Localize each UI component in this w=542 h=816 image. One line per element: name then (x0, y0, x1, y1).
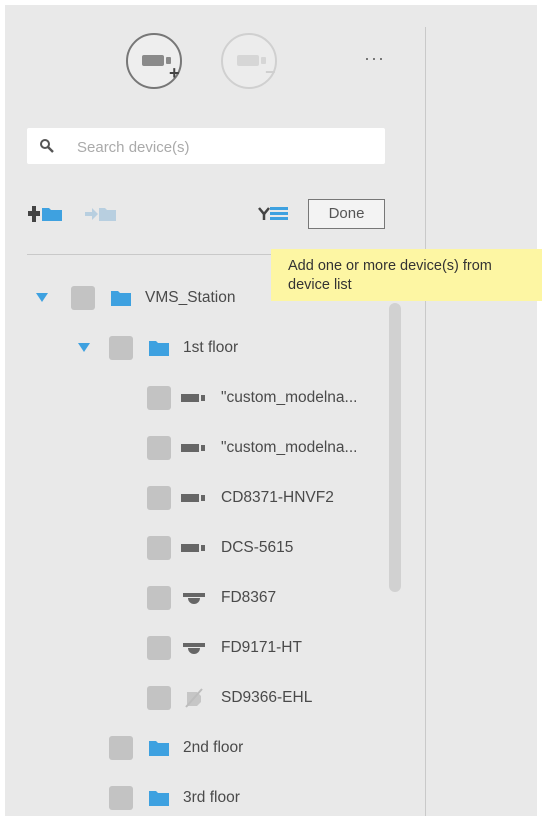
tree-node-2nd-floor[interactable]: 2nd floor (27, 734, 387, 764)
bullet-camera-icon (181, 494, 205, 502)
tooltip-line-1: Add one or more device(s) from (288, 258, 492, 274)
checkbox[interactable] (147, 586, 171, 610)
tree-device-row[interactable]: CD8371-HNVF2 (27, 484, 387, 514)
device-label: SD9366-EHL (221, 689, 313, 706)
checkbox[interactable] (147, 536, 171, 560)
tree-device-row[interactable]: FD9171-HT (27, 634, 387, 664)
checkbox[interactable] (109, 736, 133, 760)
dome-camera-icon (183, 593, 205, 604)
tree-device-row[interactable]: DCS-5615 (27, 534, 387, 564)
folder-icon (149, 791, 169, 806)
dome-camera-icon (183, 643, 205, 654)
search-input[interactable] (75, 135, 369, 159)
bullet-camera-icon (181, 544, 205, 552)
folder-icon (149, 741, 169, 756)
checkbox[interactable] (109, 786, 133, 810)
tree-node-1st-floor[interactable]: 1st floor (27, 334, 387, 364)
device-label: FD8367 (221, 589, 277, 606)
folder-icon (149, 341, 169, 356)
checkbox[interactable] (109, 336, 133, 360)
tree-node-label: 3rd floor (183, 789, 240, 806)
tree-node-label: 2nd floor (183, 739, 244, 756)
bullet-camera-icon (181, 444, 205, 452)
checkbox[interactable] (147, 436, 171, 460)
more-options-button[interactable]: ··· (364, 49, 385, 67)
plus-icon: + (169, 63, 180, 83)
import-device-list-icon[interactable] (258, 205, 290, 223)
checkbox[interactable] (147, 686, 171, 710)
move-to-folder-icon (85, 208, 116, 221)
folder-icon (111, 291, 131, 306)
expand-arrow-icon[interactable] (36, 293, 48, 302)
checkbox[interactable] (147, 386, 171, 410)
add-folder-icon[interactable] (28, 205, 64, 223)
tree-node-label: VMS_Station (145, 289, 236, 306)
checkbox[interactable] (147, 636, 171, 660)
add-camera-button[interactable]: + (126, 33, 182, 89)
tree-device-row[interactable]: FD8367 (27, 584, 387, 614)
disconnected-camera-icon (185, 688, 203, 708)
panel-divider (425, 27, 426, 816)
minus-icon: − (265, 62, 276, 82)
tree-node-3rd-floor[interactable]: 3rd floor (27, 784, 387, 814)
device-label: "custom_modelna... (221, 439, 358, 456)
checkbox[interactable] (71, 286, 95, 310)
checkbox[interactable] (147, 486, 171, 510)
add-camera-icon (142, 55, 164, 66)
tree-node-label: 1st floor (183, 339, 239, 356)
tree-device-row[interactable]: "custom_modelna... (27, 434, 387, 464)
tree-device-row[interactable]: "custom_modelna... (27, 384, 387, 414)
remove-camera-icon (237, 55, 259, 66)
device-label: FD9171-HT (221, 639, 302, 656)
tree-scrollbar[interactable] (389, 303, 401, 592)
expand-arrow-icon[interactable] (78, 343, 90, 352)
bullet-camera-icon (181, 394, 205, 402)
tooltip: Add one or more device(s) from device li… (271, 249, 542, 301)
search-box (27, 128, 385, 164)
tree-device-row[interactable]: SD9366-EHL (27, 684, 387, 714)
device-label: "custom_modelna... (221, 389, 358, 406)
search-icon (40, 139, 54, 153)
remove-camera-button[interactable]: − (221, 33, 277, 89)
done-button[interactable]: Done (308, 199, 385, 229)
device-label: CD8371-HNVF2 (221, 489, 334, 506)
device-label: DCS-5615 (221, 539, 294, 556)
tooltip-line-2: device list (288, 277, 352, 293)
